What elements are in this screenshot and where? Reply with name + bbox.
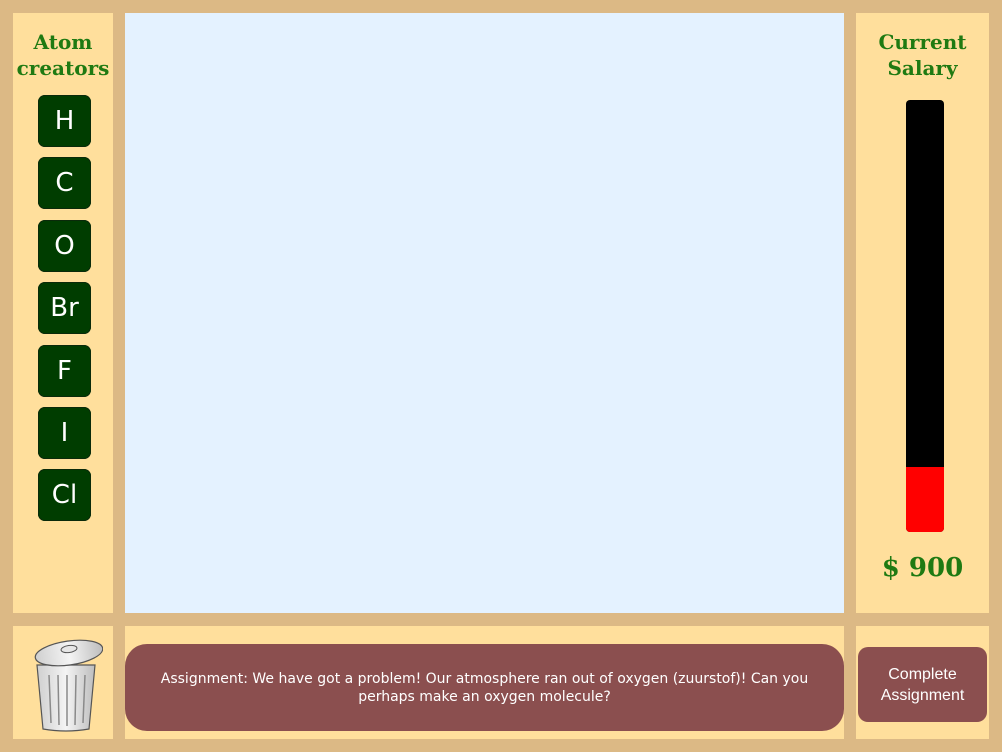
atom-creators-panel: Atom creators H C O Br F I Cl	[13, 13, 113, 613]
atom-button-o[interactable]: O	[38, 220, 91, 272]
atom-button-br[interactable]: Br	[38, 282, 91, 334]
trash-can-icon[interactable]	[29, 635, 103, 733]
salary-amount: $ 900	[881, 553, 964, 583]
salary-title: Current Salary	[878, 30, 967, 80]
assignment-message: Assignment: We have got a problem! Our a…	[125, 644, 844, 731]
atom-button-f[interactable]: F	[38, 345, 91, 397]
trash-panel	[13, 626, 113, 739]
atom-button-h[interactable]: H	[38, 95, 91, 147]
complete-panel: Complete Assignment	[856, 626, 989, 739]
salary-panel: Current Salary $ 900	[856, 13, 989, 613]
atom-creators-title: Atom creators	[16, 30, 110, 80]
atom-button-i[interactable]: I	[38, 407, 91, 459]
salary-meter	[906, 100, 944, 532]
atom-button-c[interactable]: C	[38, 157, 91, 209]
molecule-workspace[interactable]	[125, 13, 844, 613]
complete-assignment-button[interactable]: Complete Assignment	[858, 647, 987, 722]
atom-button-cl[interactable]: Cl	[38, 469, 91, 521]
assignment-panel: Assignment: We have got a problem! Our a…	[125, 626, 844, 739]
salary-meter-fill	[906, 467, 944, 532]
